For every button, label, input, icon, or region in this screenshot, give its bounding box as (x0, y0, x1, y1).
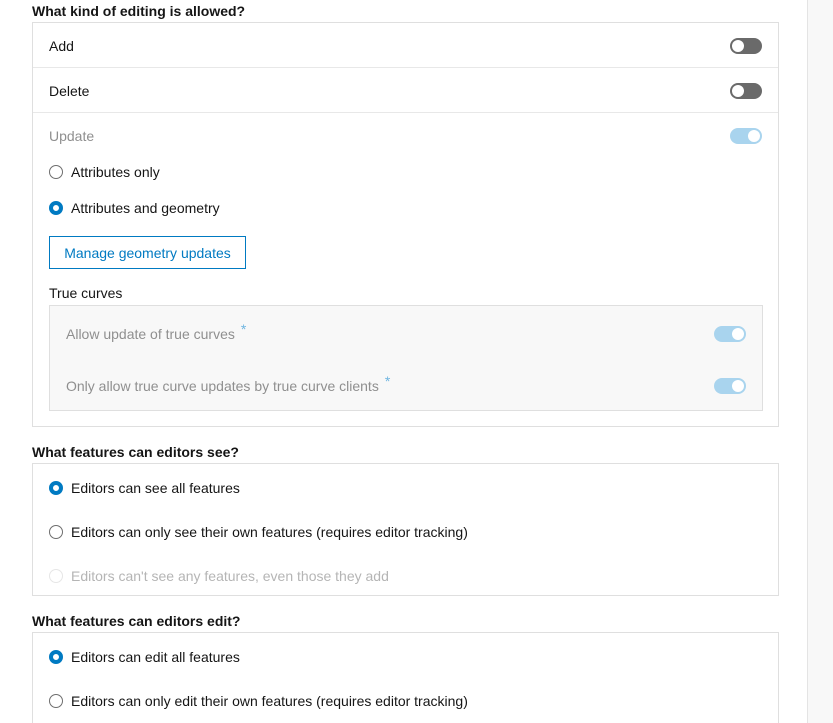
delete-label: Delete (49, 83, 90, 99)
edit-card: Editors can edit all features Editors ca… (32, 632, 779, 723)
allow-true-curves-row: Allow update of true curves * (66, 321, 246, 342)
edit-own-label: Editors can only edit their own features… (71, 693, 468, 709)
add-toggle[interactable] (730, 38, 762, 54)
edit-all-option[interactable]: Editors can edit all features (49, 649, 240, 665)
toggle-knob (748, 130, 760, 142)
see-none-option: Editors can't see any features, even tho… (49, 568, 389, 584)
radio-unchecked-icon[interactable] (49, 525, 63, 539)
toggle-knob (732, 380, 744, 392)
add-label: Add (49, 38, 74, 54)
see-all-label: Editors can see all features (71, 480, 240, 496)
attributes-only-label: Attributes only (71, 164, 160, 180)
toggle-knob (732, 328, 744, 340)
toggle-knob (732, 40, 744, 52)
see-own-label: Editors can only see their own features … (71, 524, 468, 540)
radio-checked-icon[interactable] (49, 481, 63, 495)
attributes-geometry-label: Attributes and geometry (71, 200, 220, 216)
see-all-option[interactable]: Editors can see all features (49, 480, 240, 496)
radio-unchecked-icon[interactable] (49, 165, 63, 179)
see-none-label: Editors can't see any features, even tho… (71, 568, 389, 584)
radio-disabled-icon (49, 569, 63, 583)
see-own-option[interactable]: Editors can only see their own features … (49, 524, 468, 540)
manage-geometry-updates-button[interactable]: Manage geometry updates (49, 236, 246, 269)
edit-heading: What features can editors edit? (32, 613, 241, 629)
attributes-geometry-option[interactable]: Attributes and geometry (49, 200, 220, 216)
see-heading: What features can editors see? (32, 444, 239, 460)
attributes-only-option[interactable]: Attributes only (49, 164, 160, 180)
true-curve-clients-toggle[interactable] (714, 378, 746, 394)
allow-true-curves-toggle[interactable] (714, 326, 746, 342)
radio-unchecked-icon[interactable] (49, 694, 63, 708)
true-curves-card: Allow update of true curves * Only allow … (49, 305, 763, 411)
radio-checked-icon[interactable] (49, 201, 63, 215)
add-row: Add (33, 23, 778, 68)
required-mark: * (240, 321, 247, 337)
editing-heading: What kind of editing is allowed? (32, 3, 246, 19)
true-curves-label: True curves (49, 285, 123, 301)
edit-own-option[interactable]: Editors can only edit their own features… (49, 693, 468, 709)
required-mark: * (384, 373, 391, 389)
true-curve-clients-label: Only allow true curve updates by true cu… (66, 378, 379, 394)
edit-all-label: Editors can edit all features (71, 649, 240, 665)
settings-panel: What kind of editing is allowed? Add Del… (0, 0, 808, 723)
delete-row: Delete (33, 68, 778, 113)
toggle-knob (732, 85, 744, 97)
editing-card: Add Delete Update Attributes only Attrib… (32, 22, 779, 427)
update-label: Update (49, 128, 95, 144)
delete-toggle[interactable] (730, 83, 762, 99)
see-card: Editors can see all features Editors can… (32, 463, 779, 596)
allow-true-curves-label: Allow update of true curves (66, 326, 235, 342)
radio-checked-icon[interactable] (49, 650, 63, 664)
update-toggle[interactable] (730, 128, 762, 144)
true-curve-clients-row: Only allow true curve updates by true cu… (66, 373, 390, 394)
